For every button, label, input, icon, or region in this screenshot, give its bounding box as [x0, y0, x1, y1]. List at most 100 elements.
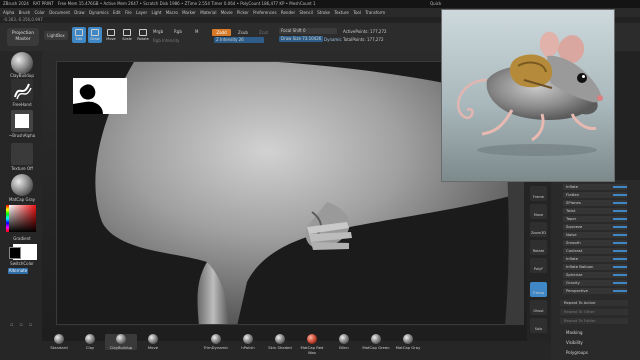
- zcut-toggle[interactable]: Zcut: [259, 30, 268, 35]
- projection-master-button[interactable]: Projection Master: [7, 28, 39, 46]
- dynamic-toggle[interactable]: Dynamic: [324, 37, 342, 42]
- rgb-toggle[interactable]: Rgb: [174, 29, 182, 34]
- slider-contrast[interactable]: Contrast: [563, 248, 627, 254]
- repeat-to-active-button[interactable]: Repeat To Active: [560, 300, 628, 306]
- move-button[interactable]: Move: [104, 27, 118, 43]
- material-blinn[interactable]: Blinn: [328, 334, 360, 350]
- menu-item[interactable]: Brush: [19, 8, 31, 17]
- move-view-button[interactable]: Move: [530, 204, 547, 219]
- menu-item[interactable]: Alpha: [3, 8, 14, 17]
- menu-item[interactable]: Color: [34, 8, 44, 17]
- slider-squeeze[interactable]: Squeeze: [563, 224, 627, 230]
- reference-image-overlay[interactable]: [441, 9, 615, 182]
- brush-hpolish[interactable]: hPolish: [232, 334, 264, 350]
- menu-item[interactable]: Layer: [136, 8, 147, 17]
- texture-thumbnail[interactable]: [11, 143, 33, 165]
- menu-item[interactable]: Marker: [182, 8, 196, 17]
- mrgb-toggle[interactable]: Mrgb: [153, 29, 163, 34]
- menu-item[interactable]: Stencil: [299, 8, 313, 17]
- transp-button[interactable]: Transp: [530, 282, 547, 297]
- menu-item[interactable]: Dynamics: [89, 8, 109, 17]
- color-picker[interactable]: [9, 205, 36, 232]
- menu-item[interactable]: Light: [151, 8, 161, 17]
- slider-spherize[interactable]: Spherize: [563, 272, 627, 278]
- z-intensity-slider[interactable]: Z Intensity 26: [214, 37, 264, 43]
- brush-label: ClayBuildup: [10, 73, 34, 78]
- material-matcap-green[interactable]: MatCap Green: [360, 334, 392, 350]
- m-toggle[interactable]: M: [195, 29, 198, 34]
- masking-section[interactable]: Masking: [566, 330, 583, 335]
- menu-item[interactable]: File: [125, 8, 132, 17]
- zoom3d-button[interactable]: Zoom3D: [530, 222, 547, 237]
- slider-gravity[interactable]: Gravity: [563, 280, 627, 286]
- alpha-thumbnail[interactable]: [11, 110, 33, 132]
- rgb-intensity-slider[interactable]: Rgb Intensity: [153, 38, 180, 43]
- slider-flatten[interactable]: Flatten: [563, 192, 627, 198]
- focal-shift-slider[interactable]: Focal Shift 0: [279, 28, 337, 34]
- brush-standard[interactable]: Standard: [43, 334, 75, 350]
- material-matcap-red-wax[interactable]: MatCap Red Wax: [296, 334, 328, 355]
- lightbox-button[interactable]: LightBox: [44, 31, 68, 40]
- slider-inflate-balloon[interactable]: Inflate Balloon: [563, 264, 627, 270]
- brush-sphere-icon: [243, 334, 253, 344]
- slider-twist[interactable]: Twist: [563, 208, 627, 214]
- draw-button[interactable]: Draw: [88, 27, 102, 43]
- menu-item[interactable]: Document: [49, 8, 70, 17]
- draw-icon: [91, 29, 99, 36]
- material-sphere-icon: [403, 334, 413, 344]
- scale-button[interactable]: Scale: [120, 27, 134, 43]
- menu-item[interactable]: Movie: [221, 8, 233, 17]
- slider-inflate-top[interactable]: Inflate: [563, 184, 627, 190]
- material-skin-shaded[interactable]: Skin Shaded: [264, 334, 296, 350]
- menu-item[interactable]: Texture: [334, 8, 349, 17]
- zbrush-window: ZBrush 2024 RAT PRINT Free Mem 15.476GB …: [0, 0, 640, 360]
- brush-move[interactable]: Move: [137, 334, 169, 350]
- menu-item[interactable]: Preferences: [253, 8, 277, 17]
- slider-noise[interactable]: Noise: [563, 232, 627, 238]
- repeat-to-folder-button[interactable]: Repeat To Folder: [560, 318, 628, 324]
- menu-item[interactable]: Material: [200, 8, 216, 17]
- quicksave-button[interactable]: Quick: [430, 0, 441, 8]
- polygroups-section[interactable]: Polygroups: [566, 350, 588, 355]
- menu-item[interactable]: Picker: [237, 8, 249, 17]
- menu-item[interactable]: Stroke: [317, 8, 330, 17]
- menu-item[interactable]: Tool: [353, 8, 361, 17]
- slider-perspective[interactable]: Perspective: [563, 288, 627, 294]
- material-matcap-gray[interactable]: MatCap Gray: [392, 334, 424, 350]
- repeat-to-other-button[interactable]: Repeat To Other: [560, 309, 628, 315]
- material-thumbnail[interactable]: [11, 174, 33, 196]
- material-sphere-icon: [275, 334, 285, 344]
- polyframe-button[interactable]: PolyF: [530, 258, 547, 273]
- menu-item[interactable]: Draw: [74, 8, 84, 17]
- visibility-section[interactable]: Visibility: [566, 340, 583, 345]
- stroke-thumbnail[interactable]: [11, 79, 33, 101]
- brush-trimdynamic[interactable]: TrimDynamic: [200, 334, 232, 350]
- frame-button[interactable]: Frame: [530, 186, 547, 201]
- edit-button[interactable]: Edit: [72, 27, 86, 43]
- brush-sphere-icon: [148, 334, 158, 344]
- edit-icon: [75, 29, 83, 36]
- switch-color-button[interactable]: SwitchColor: [3, 261, 41, 266]
- menu-item[interactable]: Transform: [365, 8, 385, 17]
- brush-clay[interactable]: Clay: [74, 334, 106, 350]
- rotate-button[interactable]: Rotate: [136, 27, 150, 43]
- solo-button[interactable]: Solo: [530, 318, 547, 333]
- ghost-button[interactable]: Ghost: [530, 300, 547, 315]
- menu-item[interactable]: Render: [281, 8, 295, 17]
- draw-size-slider[interactable]: Draw Size 73.10426: [279, 36, 323, 42]
- menu-item[interactable]: Macro: [166, 8, 178, 17]
- alternate-button[interactable]: Alternate: [8, 268, 28, 274]
- menu-item[interactable]: Edit: [113, 8, 121, 17]
- zsub-toggle[interactable]: Zsub: [238, 30, 248, 35]
- gradient-label: Gradient: [13, 236, 31, 241]
- slider-splanes[interactable]: SPlanes: [563, 200, 627, 206]
- rotate-view-button[interactable]: Rotate: [530, 240, 547, 255]
- slider-smooth[interactable]: Smooth: [563, 240, 627, 246]
- slider-inflate[interactable]: Inflate: [563, 256, 627, 262]
- stroke-label: FreeHand: [12, 102, 32, 107]
- brush-thumbnail[interactable]: [11, 52, 33, 74]
- zadd-toggle[interactable]: Zadd: [212, 29, 231, 36]
- main-color-swatch[interactable]: [9, 247, 21, 259]
- slider-taper[interactable]: Taper: [563, 216, 627, 222]
- brush-claybuildup[interactable]: ClayBuildup: [105, 334, 137, 350]
